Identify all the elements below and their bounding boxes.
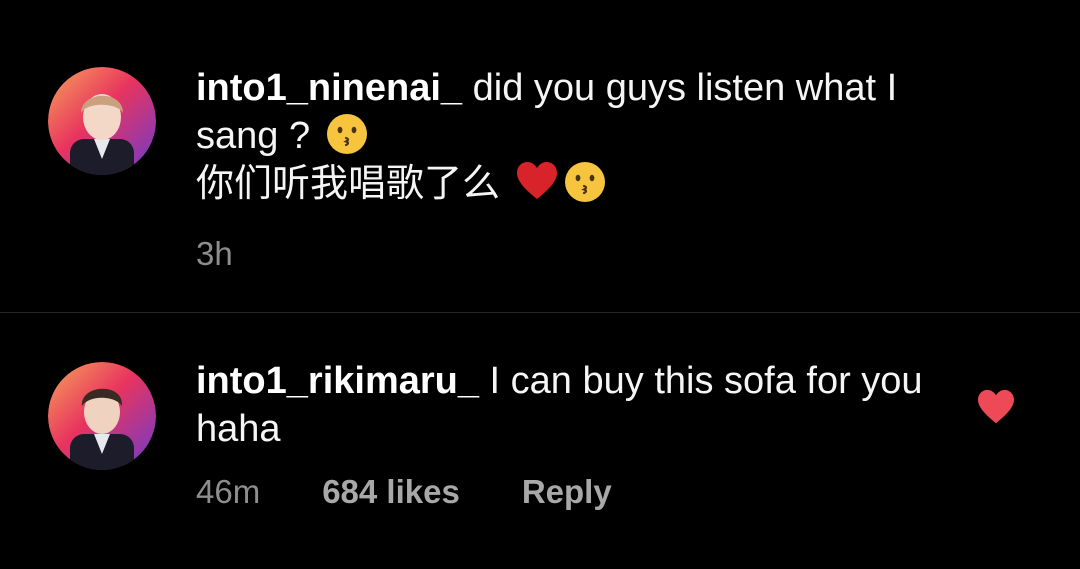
red-heart-icon — [516, 162, 557, 199]
comment-username[interactable]: into1_rikimaru_ — [196, 360, 479, 402]
kissing-face-icon — [326, 114, 367, 154]
comment-body-line2: 你们听我唱歌了么 — [196, 163, 501, 205]
comment-item: into1_rikimaru_ I can buy this sofa for … — [0, 313, 1080, 569]
comment-text: into1_ninenai_ did you guys listen what … — [196, 64, 956, 208]
reply-button[interactable]: Reply — [522, 473, 612, 511]
comment-timestamp: 46m — [196, 473, 261, 510]
heart-filled-icon[interactable] — [976, 389, 1016, 425]
comment-username[interactable]: into1_ninenai_ — [196, 67, 462, 109]
comment-meta: 46m 684 likes Reply — [196, 473, 612, 511]
comment-item: into1_ninenai_ did you guys listen what … — [0, 0, 1080, 312]
comment-timestamp: 3h — [196, 235, 233, 272]
comment-text: into1_rikimaru_ I can buy this sofa for … — [196, 357, 936, 453]
like-count[interactable]: 684 likes — [322, 473, 460, 511]
comment-meta: 3h — [196, 235, 233, 273]
avatar[interactable] — [48, 67, 156, 175]
kissing-face-icon — [564, 162, 605, 202]
avatar[interactable] — [48, 362, 156, 470]
